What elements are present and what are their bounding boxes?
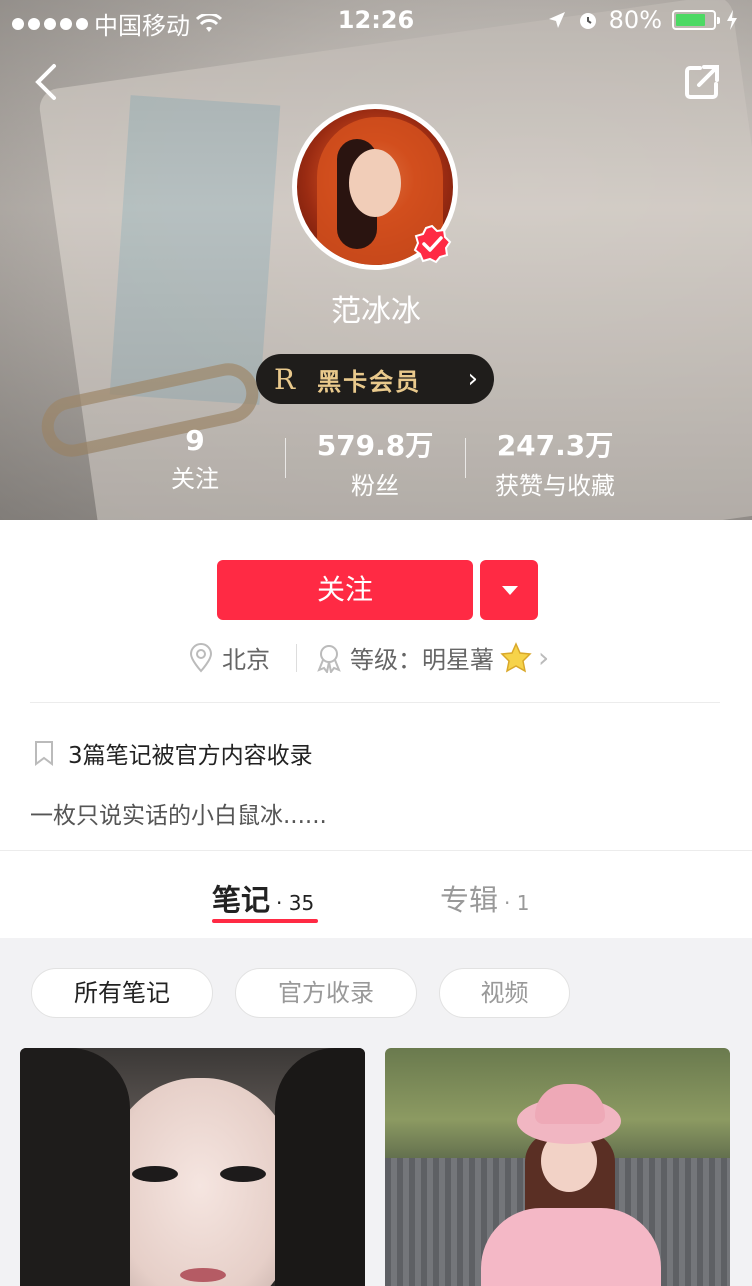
stat-divider bbox=[465, 438, 466, 478]
tab-albums[interactable]: 专辑 · 1 bbox=[440, 877, 529, 919]
stat-value: 247.3万 bbox=[496, 429, 614, 462]
location-info: 北京 bbox=[188, 640, 270, 675]
battery-icon bbox=[672, 10, 720, 30]
share-button[interactable] bbox=[682, 62, 722, 102]
filter-all-notes[interactable]: 所有笔记 bbox=[31, 968, 213, 1018]
note-image-decor bbox=[535, 1084, 605, 1124]
note-image-decor bbox=[220, 1166, 266, 1182]
status-bar: 中国移动 12:26 80% bbox=[0, 0, 752, 40]
vip-badge-button[interactable]: R 黑卡会员 › bbox=[256, 354, 494, 404]
tab-label: 专辑 bbox=[440, 883, 499, 917]
profile-bio: 一枚只说实话的小白鼠冰...... bbox=[30, 803, 327, 829]
profile-name: 范冰冰 bbox=[331, 294, 421, 329]
content-tabs: 笔记 · 35 专辑 · 1 bbox=[0, 851, 752, 937]
stat-label: 获赞与收藏 bbox=[495, 472, 615, 500]
filter-video[interactable]: 视频 bbox=[439, 968, 570, 1018]
divider bbox=[30, 702, 720, 703]
verified-badge-icon bbox=[413, 224, 452, 264]
chevron-right-icon: › bbox=[538, 641, 550, 674]
chevron-right-icon: › bbox=[467, 364, 478, 394]
stat-label: 粉丝 bbox=[351, 472, 399, 500]
follow-dropdown-button[interactable] bbox=[480, 560, 538, 620]
stat-likes[interactable]: 247.3万 获赞与收藏 bbox=[480, 424, 630, 501]
profile-info-panel: 关注 北京 等级：明星薯 › 3篇笔记被官方内容收录 一枚只说实话的小白鼠冰..… bbox=[0, 520, 752, 938]
follow-button[interactable]: 关注 bbox=[217, 560, 473, 620]
level-info[interactable]: 等级：明星薯 › bbox=[314, 640, 549, 675]
award-icon bbox=[317, 644, 341, 673]
profile-stats: 9 关注 579.8万 粉丝 247.3万 获赞与收藏 bbox=[0, 424, 752, 500]
stat-following[interactable]: 9 关注 bbox=[150, 424, 240, 494]
tab-label: 笔记 bbox=[212, 883, 271, 917]
alarm-icon bbox=[579, 13, 596, 29]
note-image-decor bbox=[275, 1048, 365, 1286]
meta-divider bbox=[296, 644, 297, 672]
note-card[interactable] bbox=[385, 1048, 730, 1286]
status-right-group: 80% bbox=[547, 6, 738, 34]
note-image-decor bbox=[180, 1268, 226, 1282]
note-image-decor bbox=[481, 1208, 661, 1286]
note-image bbox=[100, 1078, 300, 1286]
battery-percent: 80% bbox=[608, 6, 662, 34]
collected-text: 3篇笔记被官方内容收录 bbox=[68, 743, 313, 769]
stat-value: 579.8万 bbox=[316, 429, 434, 462]
note-image-decor bbox=[20, 1048, 130, 1286]
location-pin-icon bbox=[189, 642, 213, 672]
profile-meta: 北京 等级：明星薯 › bbox=[0, 638, 752, 678]
location-arrow-icon bbox=[548, 12, 565, 28]
stat-label: 关注 bbox=[171, 465, 219, 493]
back-button[interactable] bbox=[28, 60, 68, 104]
filter-official[interactable]: 官方收录 bbox=[235, 968, 417, 1018]
level-text: 等级：明星薯 bbox=[350, 646, 494, 674]
note-filters: 所有笔记 官方收录 视频 bbox=[0, 968, 752, 1020]
tab-count: · 1 bbox=[504, 891, 530, 915]
tab-count: · 35 bbox=[276, 891, 315, 915]
stat-value: 9 bbox=[185, 424, 205, 457]
tab-notes[interactable]: 笔记 · 35 bbox=[212, 877, 314, 919]
share-icon bbox=[685, 65, 719, 99]
stat-divider bbox=[285, 438, 286, 478]
bookmark-icon bbox=[35, 741, 53, 766]
vip-r-icon: R bbox=[274, 362, 296, 396]
vip-label: 黑卡会员 bbox=[317, 367, 422, 396]
note-card[interactable] bbox=[20, 1048, 365, 1286]
official-collected-notice[interactable]: 3篇笔记被官方内容收录 bbox=[34, 736, 313, 770]
note-image-decor bbox=[132, 1166, 178, 1182]
chevron-left-icon bbox=[35, 64, 56, 100]
charging-icon bbox=[727, 10, 737, 30]
star-icon bbox=[500, 641, 532, 672]
stat-followers[interactable]: 579.8万 粉丝 bbox=[305, 424, 445, 501]
active-tab-indicator bbox=[212, 919, 318, 923]
location-text: 北京 bbox=[222, 646, 270, 674]
